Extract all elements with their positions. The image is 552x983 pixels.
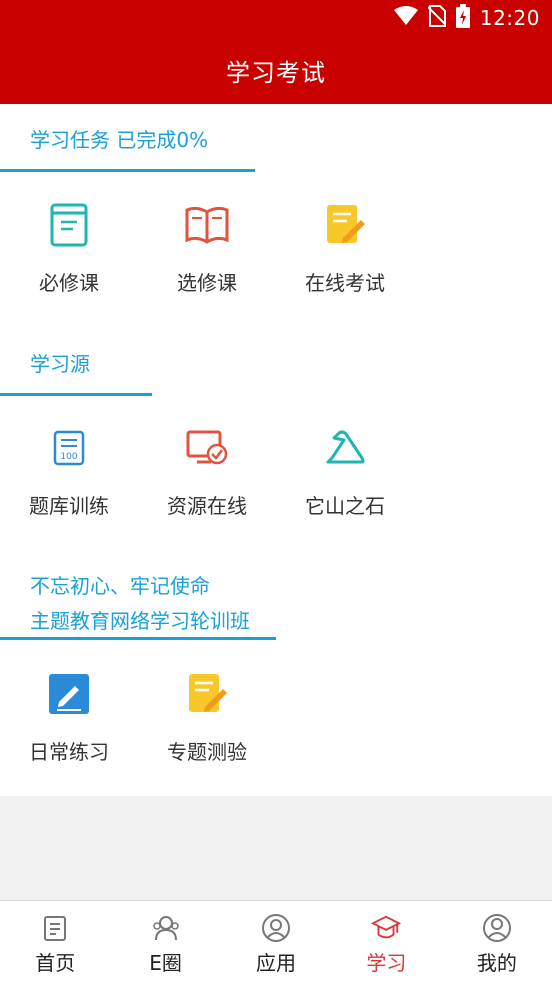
app-header: 学习考试 — [0, 36, 552, 104]
monitor-check-icon — [183, 424, 231, 472]
wifi-icon — [393, 6, 418, 30]
mountain-stone-button[interactable]: 它山之石 — [276, 424, 414, 519]
tab-label: E圈 — [149, 951, 182, 975]
document-icon — [40, 913, 70, 943]
exam-edit-icon — [321, 201, 369, 249]
item-label: 资源在线 — [167, 494, 247, 518]
pen-square-icon — [45, 670, 93, 718]
book-closed-icon — [45, 201, 93, 249]
section-study-tasks: 学习任务 已完成0% — [0, 104, 255, 172]
book-open-icon — [183, 201, 231, 249]
status-bar: 12:20 — [0, 0, 552, 36]
page-title: 学习考试 — [226, 58, 326, 87]
tab-label: 学习 — [366, 951, 407, 975]
no-sim-icon — [427, 5, 447, 31]
bottom-tab-bar: 首页 E圈 应用 学习 我的 — [0, 900, 552, 983]
section-underline — [0, 169, 255, 172]
section-theme-training: 不忘初心、牢记使命 主题教育网络学习轮训班 — [0, 560, 276, 640]
daily-practice-button[interactable]: 日常练习 — [0, 670, 138, 765]
graduation-cap-icon — [371, 913, 402, 943]
tab-label: 我的 — [476, 951, 517, 975]
item-label: 日常练习 — [29, 740, 109, 764]
section-learning-sources: 学习源 — [0, 328, 152, 396]
section-underline — [0, 393, 152, 396]
item-label: 专题测验 — [167, 740, 247, 764]
section-underline — [0, 637, 276, 640]
tab-e-circle[interactable]: E圈 — [110, 901, 220, 983]
svg-text:100: 100 — [60, 452, 77, 462]
tab-label: 首页 — [35, 951, 76, 975]
item-label: 选修课 — [177, 271, 237, 295]
tab-study[interactable]: 学习 — [331, 901, 441, 983]
main-content: 学习任务 已完成0% 必修课 选修课 在线考试 学习源 100 题库训练 资源在… — [0, 104, 552, 796]
status-time: 12:20 — [479, 6, 540, 30]
question-bank-icon: 100 — [45, 424, 93, 472]
question-bank-button[interactable]: 100 题库训练 — [0, 424, 138, 519]
section-heading-line2: 主题教育网络学习轮训班 — [30, 609, 250, 633]
online-resources-button[interactable]: 资源在线 — [138, 424, 276, 519]
elective-course-button[interactable]: 选修课 — [138, 201, 276, 296]
required-course-button[interactable]: 必修课 — [0, 201, 138, 296]
item-label: 它山之石 — [305, 494, 385, 518]
section-heading: 学习源 — [30, 352, 90, 376]
battery-icon — [455, 4, 470, 32]
user-circle-icon — [261, 913, 291, 943]
tab-label: 应用 — [256, 951, 297, 975]
item-label: 题库训练 — [29, 494, 109, 518]
quiz-edit-icon — [183, 670, 231, 718]
item-label: 在线考试 — [305, 271, 385, 295]
group-icon — [151, 913, 181, 943]
tab-home[interactable]: 首页 — [0, 901, 110, 983]
tab-mine[interactable]: 我的 — [442, 901, 552, 983]
mountain-stone-icon — [321, 424, 369, 472]
section-heading-line1: 不忘初心、牢记使命 — [30, 574, 210, 598]
section-heading: 学习任务 已完成0% — [30, 128, 209, 152]
profile-icon — [482, 913, 512, 943]
tab-apps[interactable]: 应用 — [221, 901, 331, 983]
topic-quiz-button[interactable]: 专题测验 — [138, 670, 276, 765]
item-label: 必修课 — [39, 271, 99, 295]
online-exam-button[interactable]: 在线考试 — [276, 201, 414, 296]
